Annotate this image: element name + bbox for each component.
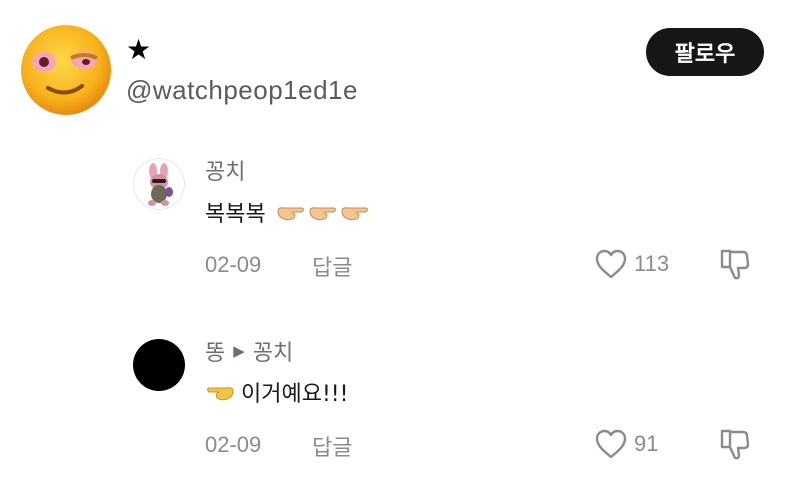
follow-button[interactable]: 팔로우 <box>646 28 764 76</box>
comment-author-name[interactable]: 꽁치 <box>205 154 245 186</box>
comment-text-body: 이거예요!!! <box>241 382 349 407</box>
reply-to-name[interactable]: 꽁치 <box>253 335 293 367</box>
like-button[interactable]: 113 <box>594 248 669 280</box>
dislike-icon[interactable] <box>716 246 752 282</box>
dislike-icon[interactable] <box>716 426 752 462</box>
reply-button[interactable]: 답글 <box>312 250 352 282</box>
comment-text-body: 복복복 <box>205 202 266 227</box>
profile-avatar[interactable] <box>20 24 112 116</box>
comment-author: 똥 ▶ 꽁치 <box>205 335 293 367</box>
reply-button[interactable]: 답글 <box>312 430 352 462</box>
like-count: 113 <box>634 251 670 276</box>
pointing-hand-emoji <box>207 387 234 401</box>
like-count: 91 <box>634 431 659 456</box>
commenter-avatar[interactable] <box>133 339 185 391</box>
pointing-hand-emoji <box>276 201 370 223</box>
comment-text: 복복복 <box>205 196 370 228</box>
comment-text: 이거예요!!! <box>205 376 348 408</box>
profile-name: ★ <box>126 33 152 66</box>
comment-date: 02-09 <box>205 432 262 457</box>
like-button[interactable]: 91 <box>594 428 658 460</box>
heart-icon <box>595 429 627 459</box>
profile-handle[interactable]: @watchpeop1ed1e <box>126 75 358 106</box>
heart-icon <box>595 249 627 279</box>
commenter-avatar[interactable] <box>133 158 185 210</box>
comment-author[interactable]: 꽁치 <box>205 154 245 186</box>
reply-arrow-icon: ▶ <box>233 342 245 360</box>
comment-author-name[interactable]: 똥 <box>205 335 225 367</box>
comment-date: 02-09 <box>205 252 262 277</box>
